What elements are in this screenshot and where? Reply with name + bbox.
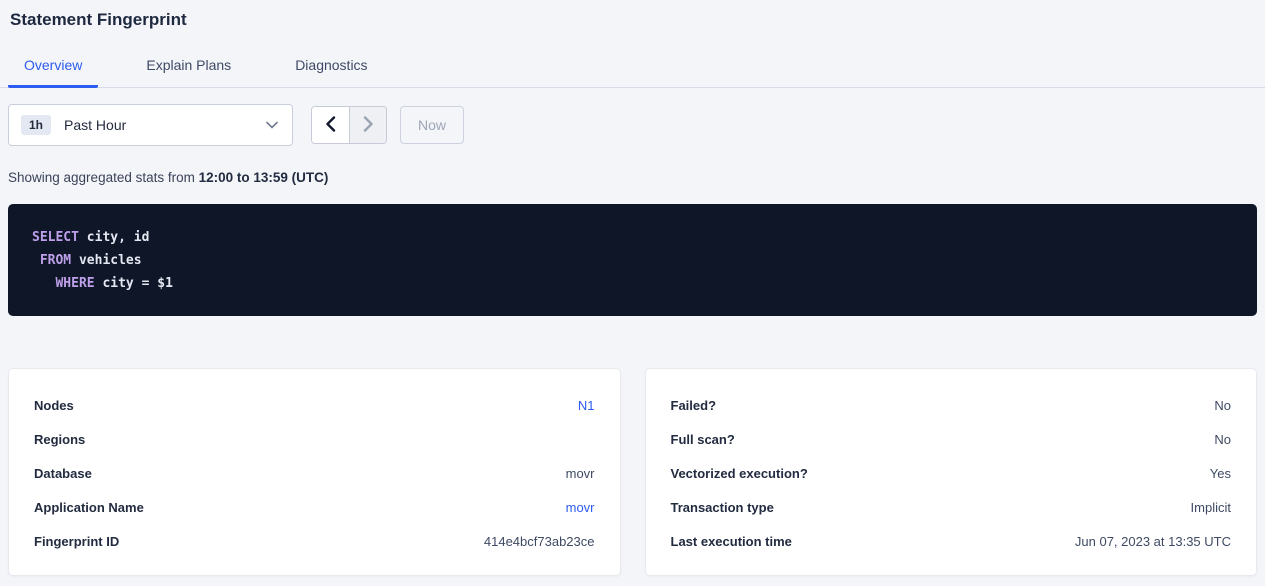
now-button[interactable]: Now <box>400 106 464 144</box>
table-row: Failed? No <box>671 388 1232 422</box>
vectorized-execution-label: Vectorized execution? <box>671 466 808 481</box>
tab-bar: Overview Explain Plans Diagnostics <box>0 57 1265 88</box>
aggregated-stats-line: Showing aggregated stats from 12:00 to 1… <box>8 170 1257 185</box>
application-name-link[interactable]: movr <box>566 500 595 515</box>
database-label: Database <box>34 466 92 481</box>
full-scan-label: Full scan? <box>671 432 735 447</box>
time-range-label: Past Hour <box>64 117 266 133</box>
full-scan-value: No <box>1214 432 1231 447</box>
last-execution-time-value: Jun 07, 2023 at 13:35 UTC <box>1075 534 1231 549</box>
sql-statement-box: SELECT city, id FROM vehicles WHERE city… <box>8 204 1257 316</box>
application-name-label: Application Name <box>34 500 144 515</box>
chevron-left-icon <box>325 116 336 135</box>
table-row: Fingerprint ID 414e4bcf73ab23ce <box>34 524 595 558</box>
time-toolbar: 1h Past Hour Now <box>8 104 1257 146</box>
next-interval-button[interactable] <box>349 107 386 143</box>
tab-diagnostics[interactable]: Diagnostics <box>279 57 383 88</box>
table-row: Vectorized execution? Yes <box>671 456 1232 490</box>
regions-label: Regions <box>34 432 85 447</box>
chevron-right-icon <box>363 116 374 135</box>
last-execution-time-label: Last execution time <box>671 534 792 549</box>
summary-cards: Nodes N1 Regions Database movr Applicati… <box>8 368 1257 576</box>
failed-label: Failed? <box>671 398 717 413</box>
time-range-badge: 1h <box>21 115 51 135</box>
table-row: Last execution time Jun 07, 2023 at 13:3… <box>671 524 1232 558</box>
page-title: Statement Fingerprint <box>10 10 1265 30</box>
table-row: Application Name movr <box>34 490 595 524</box>
vectorized-execution-value: Yes <box>1210 466 1231 481</box>
aggregated-stats-range: 12:00 to 13:59 (UTC) <box>199 170 329 185</box>
fingerprint-id-label: Fingerprint ID <box>34 534 119 549</box>
transaction-type-label: Transaction type <box>671 500 774 515</box>
transaction-type-value: Implicit <box>1191 500 1231 515</box>
sql-line: WHERE city = $1 <box>32 272 1233 295</box>
fingerprint-id-value: 414e4bcf73ab23ce <box>484 534 595 549</box>
time-range-select[interactable]: 1h Past Hour <box>8 104 293 146</box>
table-row: Nodes N1 <box>34 388 595 422</box>
nodes-link[interactable]: N1 <box>578 398 595 413</box>
previous-interval-button[interactable] <box>312 107 349 143</box>
database-value: movr <box>566 466 595 481</box>
table-row: Database movr <box>34 456 595 490</box>
table-row: Regions <box>34 422 595 456</box>
time-step-group <box>311 106 387 144</box>
aggregated-stats-prefix: Showing aggregated stats from <box>8 170 199 185</box>
nodes-label: Nodes <box>34 398 74 413</box>
sql-line: SELECT city, id <box>32 226 1233 249</box>
failed-value: No <box>1214 398 1231 413</box>
table-row: Transaction type Implicit <box>671 490 1232 524</box>
statement-details-card: Nodes N1 Regions Database movr Applicati… <box>8 368 621 576</box>
chevron-down-icon <box>266 116 278 134</box>
tab-explain-plans[interactable]: Explain Plans <box>130 57 247 88</box>
sql-line: FROM vehicles <box>32 249 1233 272</box>
table-row: Full scan? No <box>671 422 1232 456</box>
tab-overview[interactable]: Overview <box>8 57 98 88</box>
execution-attributes-card: Failed? No Full scan? No Vectorized exec… <box>645 368 1258 576</box>
